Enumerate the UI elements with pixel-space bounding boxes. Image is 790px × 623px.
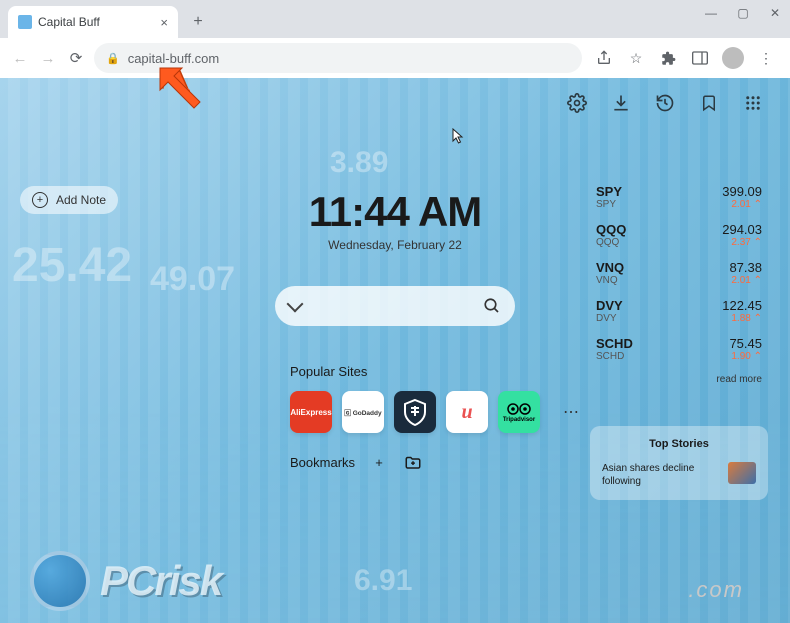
side-panel-icon[interactable]: [690, 48, 710, 68]
back-icon[interactable]: ←: [10, 48, 30, 68]
watermark-sub: .com: [688, 577, 744, 603]
popular-sites-section: Popular Sites AliExpress 🄶 GoDaddy u Tri…: [290, 364, 592, 433]
watermark: PCrisk: [30, 551, 221, 611]
ticker-row[interactable]: SPYSPY 399.092.01 ⌃: [590, 178, 768, 216]
minimize-icon[interactable]: ―: [704, 6, 718, 20]
ticker-row[interactable]: SCHDSCHD 75.451.90 ⌃: [590, 330, 768, 368]
extensions-icon[interactable]: [658, 48, 678, 68]
ticker-row[interactable]: VNQVNQ 87.382.01 ⌃: [590, 254, 768, 292]
tab-close-icon[interactable]: ×: [160, 15, 168, 30]
page-content: 3.89 25.42 49.07 6.91 + Add Note 11:44 A…: [0, 78, 790, 623]
story-item[interactable]: Asian shares decline following: [602, 462, 756, 488]
share-icon[interactable]: [594, 48, 614, 68]
browser-tab[interactable]: Capital Buff ×: [8, 6, 178, 38]
site-tile-usaa[interactable]: [394, 391, 436, 433]
chevron-down-icon[interactable]: [287, 296, 304, 313]
ticker-panel: SPYSPY 399.092.01 ⌃ QQQQQQ 294.032.37 ⌃ …: [590, 178, 768, 385]
tab-bar: Capital Buff × + ― ▢ ✕: [0, 0, 790, 38]
gear-icon[interactable]: [566, 92, 588, 114]
star-icon[interactable]: ☆: [626, 48, 646, 68]
more-sites-button[interactable]: ⋯: [550, 391, 592, 433]
download-icon[interactable]: [610, 92, 632, 114]
bookmarks-label: Bookmarks: [290, 455, 355, 470]
menu-icon[interactable]: ⋮: [756, 48, 776, 68]
add-bookmark-icon[interactable]: +: [369, 452, 389, 472]
ticker-row[interactable]: QQQQQQ 294.032.37 ⌃: [590, 216, 768, 254]
add-note-button[interactable]: + Add Note: [20, 186, 118, 214]
story-thumbnail: [728, 462, 756, 484]
popular-sites-heading: Popular Sites: [290, 364, 592, 379]
watermark-logo-icon: [30, 551, 90, 611]
popular-sites-row: AliExpress 🄶 GoDaddy u Tripadvisor ⋯: [290, 391, 592, 433]
reload-icon[interactable]: ⟳: [66, 48, 86, 68]
add-note-label: Add Note: [56, 193, 106, 207]
bookmark-icon[interactable]: [698, 92, 720, 114]
toolbar-right: ☆ ⋮: [590, 47, 780, 69]
clock-time: 11:44 AM: [225, 188, 565, 236]
close-window-icon[interactable]: ✕: [768, 6, 782, 20]
page-top-icons: [566, 92, 764, 114]
bookmark-folder-icon[interactable]: [403, 452, 423, 472]
tab-title: Capital Buff: [38, 15, 154, 29]
forward-icon[interactable]: →: [38, 48, 58, 68]
maximize-icon[interactable]: ▢: [736, 6, 750, 20]
site-tile-udemy[interactable]: u: [446, 391, 488, 433]
lock-icon: 🔒: [106, 52, 120, 65]
tab-favicon-icon: [18, 15, 32, 29]
apps-grid-icon[interactable]: [742, 92, 764, 114]
address-bar-row: ← → ⟳ 🔒 capital-buff.com ☆ ⋮: [0, 38, 790, 78]
profile-avatar[interactable]: [722, 47, 744, 69]
site-tile-godaddy[interactable]: 🄶 GoDaddy: [342, 391, 384, 433]
browser-chrome: Capital Buff × + ― ▢ ✕ ← → ⟳ 🔒 capital-b…: [0, 0, 790, 78]
site-tile-tripadvisor[interactable]: Tripadvisor: [498, 391, 540, 433]
ticker-read-more-link[interactable]: read more: [590, 368, 768, 385]
top-stories-heading: Top Stories: [602, 438, 756, 450]
history-icon[interactable]: [654, 92, 676, 114]
search-input[interactable]: [275, 286, 515, 326]
url-text: capital-buff.com: [128, 51, 220, 66]
plus-circle-icon: +: [32, 192, 48, 208]
window-controls: ― ▢ ✕: [704, 6, 782, 20]
new-tab-button[interactable]: +: [184, 8, 212, 36]
site-tile-aliexpress[interactable]: AliExpress: [290, 391, 332, 433]
address-bar[interactable]: 🔒 capital-buff.com: [94, 43, 582, 73]
story-headline: Asian shares decline following: [602, 462, 720, 488]
watermark-text: PCrisk: [100, 557, 221, 605]
bookmarks-section: Bookmarks +: [290, 452, 423, 472]
ticker-row[interactable]: DVYDVY 122.451.88 ⌃: [590, 292, 768, 330]
top-stories-panel: Top Stories Asian shares decline followi…: [590, 426, 768, 500]
search-icon[interactable]: [483, 297, 501, 315]
clock-date: Wednesday, February 22: [225, 238, 565, 252]
clock-block: 11:44 AM Wednesday, February 22: [225, 188, 565, 252]
